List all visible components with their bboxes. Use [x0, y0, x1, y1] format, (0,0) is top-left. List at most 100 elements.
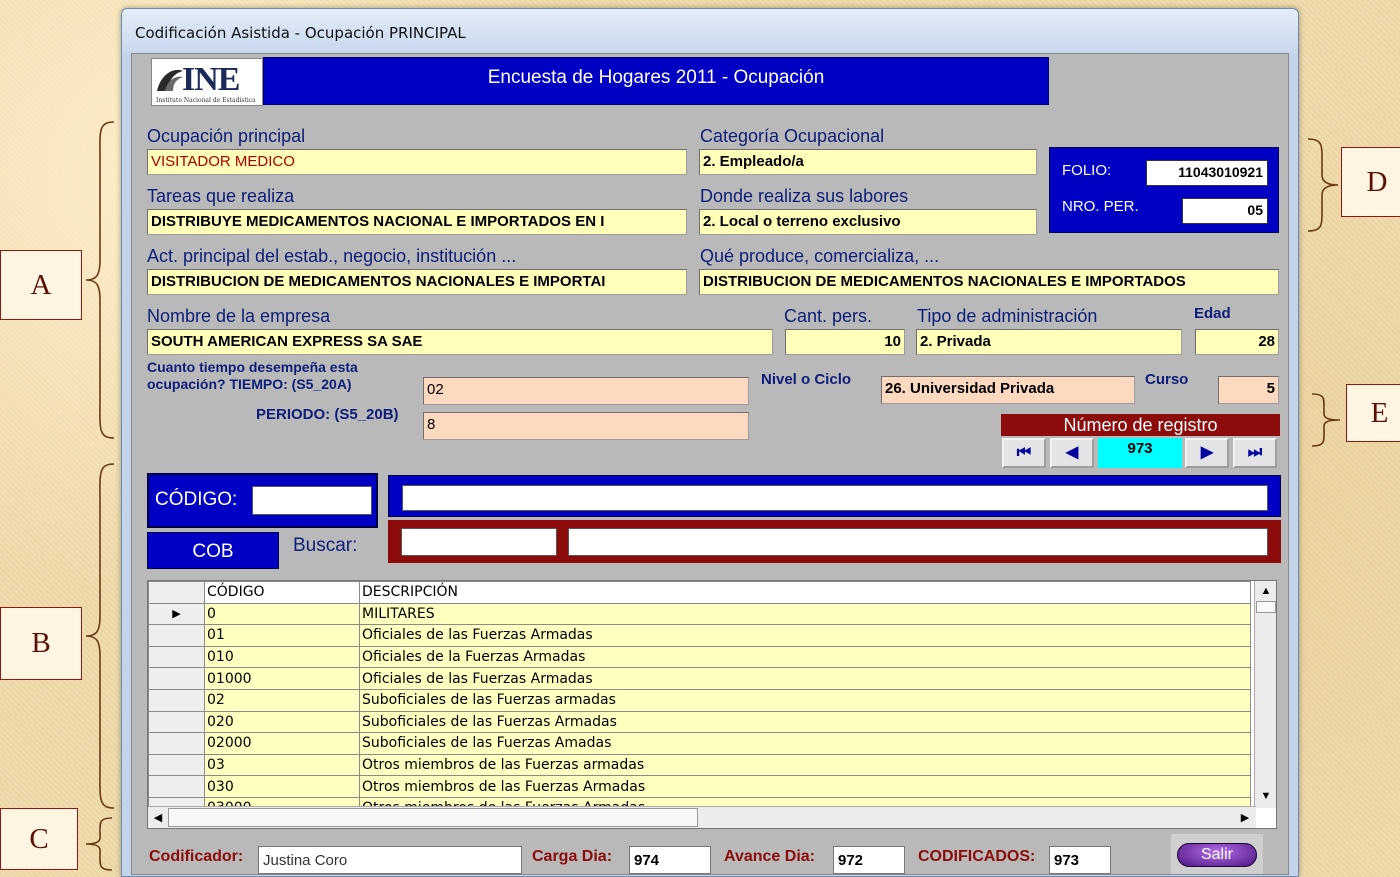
carga-dia-field[interactable]: 974	[629, 846, 711, 874]
cant-pers-field[interactable]: 10	[785, 329, 905, 355]
first-record-button[interactable]: ⏮	[1002, 438, 1046, 468]
row-selector[interactable]	[148, 667, 205, 690]
brace-c	[85, 817, 113, 871]
vertical-scroll-thumb[interactable]	[1256, 601, 1276, 613]
cell-descripcion[interactable]: MILITARES	[359, 602, 1251, 626]
brace-d	[1307, 138, 1339, 232]
row-selector[interactable]	[148, 732, 205, 755]
cell-codigo[interactable]: 030	[204, 775, 360, 798]
table-row[interactable]: 030 Otros miembros de las Fuerzas Armadas	[148, 775, 1251, 798]
row-selector[interactable]	[148, 645, 205, 669]
next-record-button[interactable]: ▶	[1185, 438, 1229, 468]
empresa-label: Nombre de la empresa	[147, 306, 331, 326]
folio-field[interactable]: 11043010921	[1146, 160, 1268, 186]
ocupacion-field[interactable]: VISITADOR MEDICO	[147, 149, 687, 175]
horizontal-scroll-thumb[interactable]	[168, 808, 698, 827]
cell-codigo[interactable]: 01000	[204, 667, 360, 690]
codificados-field[interactable]: 973	[1049, 846, 1111, 874]
brace-b	[85, 463, 115, 809]
tareas-field[interactable]: DISTRIBUYE MEDICAMENTOS NACIONAL E IMPOR…	[147, 209, 687, 235]
cell-codigo[interactable]: 0	[204, 602, 360, 626]
current-row-indicator-icon[interactable]: ▶	[148, 602, 205, 626]
cell-codigo[interactable]: 03	[204, 753, 360, 777]
grid-horizontal-scrollbar[interactable]: ◀ ▶	[148, 806, 1256, 828]
record-number[interactable]: 973	[1098, 438, 1182, 468]
nro-per-field[interactable]: 05	[1182, 198, 1268, 224]
prev-record-button[interactable]: ◀	[1050, 438, 1094, 468]
app-window: Codificación Asistida - Ocupación PRINCI…	[121, 8, 1299, 877]
nivel-label: Nivel o Ciclo	[761, 371, 852, 388]
cell-descripcion[interactable]: Otros miembros de las Fuerzas armadas	[359, 753, 1251, 777]
cell-codigo[interactable]: 02000	[204, 732, 360, 755]
act-principal-field[interactable]: DISTRIBUCION DE MEDICAMENTOS NACIONALES …	[147, 269, 687, 295]
codificador-label: Codificador:	[149, 848, 244, 865]
cell-codigo[interactable]: 020	[204, 710, 360, 734]
brace-e	[1311, 393, 1341, 447]
scroll-right-arrow-icon[interactable]: ▶	[1236, 809, 1254, 827]
nivel-field[interactable]: 26. Universidad Privada	[881, 376, 1135, 404]
cell-descripcion[interactable]: Otros miembros de las Fuerzas Armadas	[359, 775, 1251, 798]
annotation-a: A	[0, 250, 82, 320]
cell-codigo[interactable]: 01	[204, 624, 360, 647]
cell-descripcion[interactable]: Oficiales de las Fuerzas Armadas	[359, 624, 1251, 647]
produce-field[interactable]: DISTRIBUCION DE MEDICAMENTOS NACIONALES …	[699, 269, 1279, 295]
row-selector[interactable]	[148, 775, 205, 798]
codigo-input[interactable]	[252, 486, 372, 515]
curso-label: Curso	[1145, 371, 1189, 388]
ocupacion-label: Ocupación principal	[147, 126, 306, 146]
cell-codigo[interactable]: 02	[204, 688, 360, 712]
curso-field[interactable]: 5	[1218, 376, 1279, 404]
table-row[interactable]: 02 Suboficiales de las Fuerzas armadas	[148, 688, 1251, 712]
edad-field[interactable]: 28	[1195, 329, 1279, 355]
codigo-description-panel	[388, 475, 1281, 517]
tiempo-field[interactable]: 02	[423, 377, 749, 405]
cell-descripcion[interactable]: Oficiales de las Fuerzas Armadas	[359, 667, 1251, 690]
avance-dia-field[interactable]: 972	[833, 846, 905, 874]
act-principal-label: Act. principal del estab., negocio, inst…	[147, 246, 517, 266]
avance-dia-label: Avance Dia:	[724, 848, 815, 865]
row-selector[interactable]	[148, 710, 205, 734]
column-header-codigo[interactable]: CÓDIGO	[204, 581, 360, 604]
scroll-left-arrow-icon[interactable]: ◀	[149, 809, 167, 827]
occupation-code-grid[interactable]: CÓDIGO DESCRIPCIÓN ▶ 0 MILITARES 01 Oficiale…	[147, 580, 1277, 829]
categoria-field[interactable]: 2. Empleado/a	[699, 149, 1037, 175]
codigo-description-input[interactable]	[402, 485, 1268, 511]
window-titlebar[interactable]: Codificación Asistida - Ocupación PRINCI…	[122, 9, 1298, 53]
search-code-input[interactable]	[401, 528, 557, 556]
cell-descripcion[interactable]: Suboficiales de las Fuerzas Armadas	[359, 710, 1251, 734]
last-record-button[interactable]: ⏭	[1233, 438, 1277, 468]
table-row[interactable]: 01 Oficiales de las Fuerzas Armadas	[148, 624, 1251, 647]
tiempo-label-line1: Cuanto tiempo desempeña esta	[147, 359, 358, 375]
tipo-admin-field[interactable]: 2. Privada	[916, 329, 1182, 355]
cell-descripcion[interactable]: Suboficiales de las Fuerzas Amadas	[359, 732, 1251, 755]
donde-label: Donde realiza sus labores	[700, 186, 909, 206]
table-row[interactable]: 020 Suboficiales de las Fuerzas Armadas	[148, 710, 1251, 734]
cell-codigo[interactable]: 010	[204, 645, 360, 669]
row-selector[interactable]	[148, 688, 205, 712]
scroll-up-arrow-icon[interactable]: ▲	[1257, 582, 1275, 600]
search-text-input[interactable]	[568, 528, 1268, 556]
column-header-descripcion[interactable]: DESCRIPCIÓN	[359, 581, 1251, 604]
codificador-field[interactable]: Justina Coro	[258, 846, 522, 874]
search-panel	[388, 520, 1281, 563]
annotation-b: B	[0, 607, 82, 680]
salir-button[interactable]: Salir	[1177, 843, 1257, 867]
donde-field[interactable]: 2. Local o terreno exclusivo	[699, 209, 1037, 235]
table-row[interactable]: 01000 Oficiales de las Fuerzas Armadas	[148, 667, 1251, 690]
table-row[interactable]: 02000 Suboficiales de las Fuerzas Amadas	[148, 732, 1251, 755]
cell-descripcion[interactable]: Suboficiales de las Fuerzas armadas	[359, 688, 1251, 712]
periodo-field[interactable]: 8	[423, 412, 749, 440]
edad-label: Edad	[1194, 305, 1231, 322]
scroll-down-arrow-icon[interactable]: ▼	[1257, 787, 1275, 805]
row-selector[interactable]	[148, 624, 205, 647]
empresa-field[interactable]: SOUTH AMERICAN EXPRESS SA SAE	[147, 329, 773, 355]
record-navigator-title: Número de registro	[1001, 414, 1280, 436]
table-row[interactable]: ▶ 0 MILITARES	[148, 602, 1251, 626]
grid-header-row: CÓDIGO DESCRIPCIÓN	[148, 581, 1251, 604]
table-row[interactable]: 03 Otros miembros de las Fuerzas armadas	[148, 753, 1251, 777]
cob-button[interactable]: COB	[147, 532, 279, 569]
row-selector[interactable]	[148, 753, 205, 777]
grid-vertical-scrollbar[interactable]: ▲ ▼	[1254, 581, 1276, 808]
table-row[interactable]: 010 Oficiales de la Fuerzas Armadas	[148, 645, 1251, 669]
cell-descripcion[interactable]: Oficiales de la Fuerzas Armadas	[359, 645, 1251, 669]
